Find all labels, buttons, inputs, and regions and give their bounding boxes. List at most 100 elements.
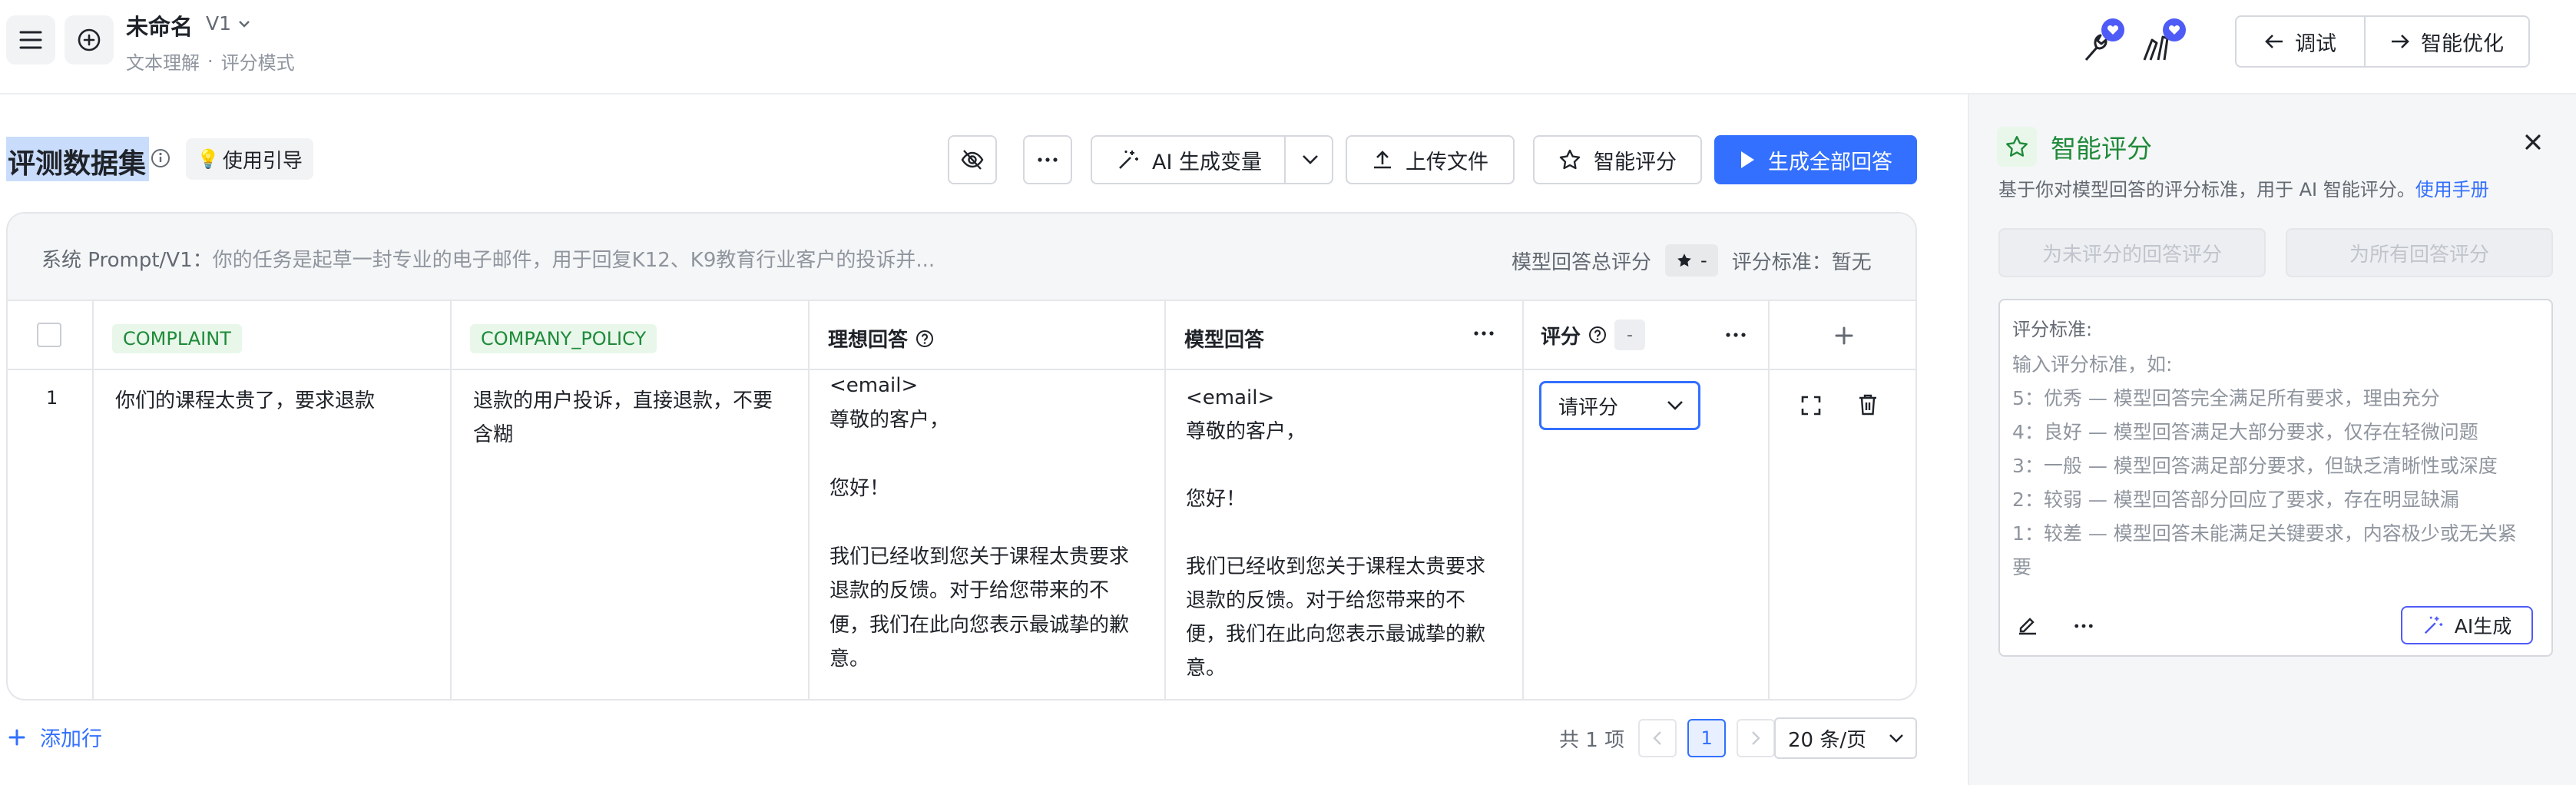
arrow-right-icon bbox=[2392, 35, 2409, 48]
total-score-label: 模型回答总评分 bbox=[1511, 250, 1652, 274]
app-root: 未命名 V1 文本理解 · 评分模式 调试 智能优化 评测数据集 💡 使用引导 … bbox=[0, 0, 2576, 785]
hide-button[interactable] bbox=[948, 135, 997, 184]
chevron-right-icon bbox=[1752, 731, 1760, 745]
chevron-down-icon[interactable] bbox=[1301, 154, 1319, 166]
trash-icon[interactable] bbox=[1857, 393, 1879, 416]
plus-icon bbox=[8, 729, 25, 745]
page-size-select[interactable]: 20 条/页 bbox=[1774, 717, 1917, 759]
score-unscored-button[interactable]: 为未评分的回答评分 bbox=[1998, 228, 2266, 277]
upload-file-button[interactable]: 上传文件 bbox=[1346, 135, 1515, 184]
play-icon bbox=[1741, 151, 1754, 168]
more-icon[interactable] bbox=[2074, 623, 2094, 629]
magic-wand-icon bbox=[2424, 616, 2442, 634]
rate-select[interactable]: 请评分 bbox=[1539, 381, 1700, 430]
more-icon[interactable] bbox=[1725, 332, 1747, 338]
smart-score-button[interactable]: 智能评分 bbox=[1533, 135, 1702, 184]
column-header-company-policy[interactable]: COMPANY_POLICY bbox=[470, 324, 657, 353]
criteria-label: 评分标准: bbox=[2012, 319, 2093, 340]
ai-generate-button[interactable]: AI生成 bbox=[2401, 606, 2533, 644]
more-button[interactable] bbox=[1023, 135, 1072, 184]
cell-complaint[interactable]: 你们的课程太贵了，要求退款 bbox=[115, 384, 438, 418]
info-icon[interactable] bbox=[151, 148, 171, 171]
eye-off-icon bbox=[961, 150, 984, 170]
panel-description-text: 基于你对模型回答的评分标准，用于 AI 智能评分。 bbox=[1998, 179, 2415, 200]
model-answer-label: 模型回答 bbox=[1184, 329, 1265, 352]
guide-label: 使用引导 bbox=[222, 149, 303, 173]
menu-button[interactable] bbox=[6, 15, 55, 65]
debug-label: 调试 bbox=[2295, 31, 2336, 56]
cell-ideal-answer[interactable]: <email> 尊敬的客户， 您好！ 我们已经收到您关于课程太贵要求 退款的反馈… bbox=[829, 369, 1160, 677]
help-icon[interactable] bbox=[916, 330, 934, 348]
score-all-button[interactable]: 为所有回答评分 bbox=[2286, 228, 2553, 277]
criteria-textarea[interactable]: 评分标准: 输入评分标准，如: 5：优秀 — 模型回答完全满足所有要求，理由充分… bbox=[1998, 299, 2553, 657]
score-label: 评分 bbox=[1541, 325, 1581, 349]
chevron-down-icon bbox=[1667, 401, 1683, 410]
column-score bbox=[1524, 301, 1770, 699]
tool-button[interactable] bbox=[2135, 18, 2189, 66]
system-prompt[interactable]: 系统 Prompt/V1：你的任务是起草一封专业的电子邮件，用于回复K12、K9… bbox=[41, 244, 935, 273]
debug-optimize-group: 调试 智能优化 bbox=[2235, 15, 2530, 68]
criteria-placeholder: 输入评分标准，如: 5：优秀 — 模型回答完全满足所有要求，理由充分 4：良好 … bbox=[2012, 353, 2517, 578]
tool-button[interactable] bbox=[2074, 18, 2127, 66]
system-prompt-label: 系统 Prompt/V1： bbox=[41, 249, 213, 272]
chevron-down-icon bbox=[1889, 734, 1903, 743]
manual-link[interactable]: 使用手册 bbox=[2415, 179, 2489, 200]
debug-button[interactable]: 调试 bbox=[2237, 17, 2364, 66]
star-icon bbox=[1559, 149, 1581, 170]
edit-icon[interactable] bbox=[2017, 614, 2038, 635]
cell-model-answer[interactable]: <email> 尊敬的客户， 您好！ 我们已经收到您关于课程太贵要求 退款的反馈… bbox=[1186, 381, 1516, 685]
page-size-label: 20 条/页 bbox=[1788, 728, 1867, 752]
column-header-model-answer[interactable]: 模型回答 bbox=[1184, 324, 1264, 353]
heart-icon bbox=[2168, 25, 2180, 35]
lightbulb-icon: 💡 bbox=[197, 148, 220, 170]
upload-icon bbox=[1374, 151, 1391, 169]
badge bbox=[2101, 18, 2124, 41]
add-row-button[interactable]: 添加行 bbox=[8, 722, 102, 752]
panel-title: 智能评分 bbox=[2051, 134, 2152, 164]
smart-score-panel: 智能评分 基于你对模型回答的评分标准，用于 AI 智能评分。使用手册 为未评分的… bbox=[1968, 94, 2576, 785]
top-bar: 未命名 V1 文本理解 · 评分模式 调试 智能优化 bbox=[0, 0, 2576, 94]
column-header-ideal-answer[interactable]: 理想回答 bbox=[828, 324, 934, 353]
ai-generate-label: AI生成 bbox=[2454, 615, 2512, 638]
total-count: 共 1 项 bbox=[1559, 728, 1625, 752]
ai-generate-variable-button[interactable]: AI 生成变量 bbox=[1091, 135, 1333, 184]
page-button-current[interactable]: 1 bbox=[1687, 719, 1727, 757]
dataset-table: 系统 Prompt/V1：你的任务是起草一封专业的电子邮件，用于回复K12、K9… bbox=[6, 212, 1917, 701]
chevron-left-icon bbox=[1653, 731, 1661, 745]
ideal-answer-label: 理想回答 bbox=[828, 329, 909, 352]
expand-icon[interactable] bbox=[1800, 395, 1822, 416]
version-select[interactable]: V1 bbox=[206, 12, 251, 35]
row-index: 1 bbox=[46, 387, 58, 409]
help-icon[interactable] bbox=[1588, 326, 1607, 344]
add-button[interactable] bbox=[65, 15, 114, 65]
add-column-icon[interactable] bbox=[1834, 326, 1854, 346]
column-company-policy bbox=[452, 301, 810, 699]
smart-score-label: 智能评分 bbox=[1594, 150, 1677, 174]
section-title: 评测数据集 bbox=[6, 137, 150, 181]
optimize-button[interactable]: 智能优化 bbox=[2364, 17, 2528, 66]
magic-wand-icon bbox=[1119, 151, 1138, 169]
guide-button[interactable]: 💡 使用引导 bbox=[186, 138, 313, 180]
score-standard: 评分标准：暂无 bbox=[1731, 250, 1872, 274]
breadcrumb-separator: · bbox=[207, 50, 214, 72]
arrow-left-icon bbox=[2265, 35, 2283, 48]
column-select bbox=[8, 301, 94, 699]
generate-all-button[interactable]: 生成全部回答 bbox=[1714, 135, 1917, 184]
select-all-checkbox[interactable] bbox=[37, 323, 61, 347]
column-header-complaint[interactable]: COMPLAINT bbox=[112, 324, 242, 353]
next-page-button[interactable] bbox=[1737, 719, 1776, 757]
column-complaint bbox=[94, 301, 452, 699]
app-title[interactable]: 未命名 bbox=[126, 9, 193, 41]
prev-page-button[interactable] bbox=[1638, 719, 1677, 757]
star-filled-icon bbox=[1677, 253, 1691, 267]
close-icon[interactable] bbox=[2524, 133, 2542, 151]
cell-company-policy[interactable]: 退款的用户投诉，直接退款，不要 含糊 bbox=[473, 384, 796, 452]
optimize-label: 智能优化 bbox=[2421, 31, 2504, 56]
star-icon bbox=[2006, 136, 2028, 157]
chevron-down-icon bbox=[239, 20, 250, 28]
rate-select-placeholder: 请评分 bbox=[1558, 396, 1619, 419]
column-header-score[interactable]: 评分 - bbox=[1541, 320, 1646, 350]
upload-file-label: 上传文件 bbox=[1406, 150, 1488, 174]
system-prompt-value: 你的任务是起草一封专业的电子邮件，用于回复K12、K9教育行业客户的投诉并... bbox=[212, 249, 935, 272]
more-icon[interactable] bbox=[1473, 330, 1495, 336]
